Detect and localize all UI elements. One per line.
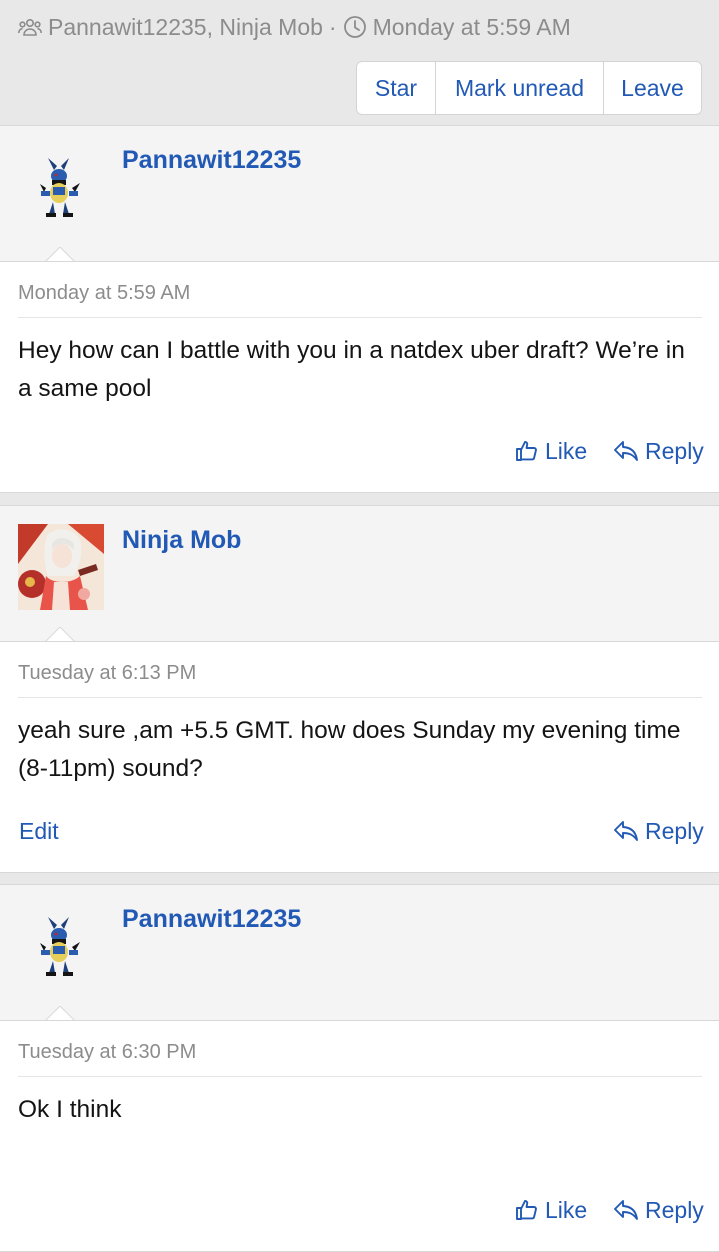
message-author-link[interactable]: Ninja Mob	[122, 526, 241, 555]
message-author-link[interactable]: Pannawit12235	[122, 905, 301, 934]
reply-button[interactable]: Reply	[613, 434, 704, 468]
message-body: Tuesday at 6:30 PM Ok I think Like Reply	[0, 1020, 719, 1252]
message-author-link[interactable]: Pannawit12235	[122, 146, 301, 175]
anime-artwork-icon	[18, 524, 104, 610]
message-timestamp[interactable]: Tuesday at 6:30 PM	[18, 1041, 196, 1064]
mark-unread-button[interactable]: Mark unread	[436, 62, 604, 114]
reply-button[interactable]: Reply	[613, 1193, 704, 1227]
message-author-bar: Pannawit12235	[0, 884, 719, 1022]
like-label: Like	[545, 437, 588, 464]
lucario-sprite-icon	[40, 917, 80, 976]
reply-label: Reply	[645, 1196, 704, 1223]
conversation-meta: Pannawit12235, Ninja Mob · Monday at 5:5…	[18, 12, 571, 42]
reply-arrow-icon	[614, 1200, 638, 1220]
message-divider	[18, 1076, 702, 1077]
lucario-sprite-icon	[40, 158, 80, 217]
like-button[interactable]: Like	[515, 1193, 587, 1227]
message-text: Hey how can I battle with you in a natde…	[18, 337, 685, 402]
message-author-bar: Ninja Mob	[0, 505, 719, 643]
like-label: Like	[545, 1196, 588, 1223]
message-author-bar: Pannawit12235	[0, 125, 719, 263]
reply-arrow-icon	[614, 821, 638, 841]
reply-button[interactable]: Reply	[613, 814, 704, 848]
conversation-header: Pannawit12235, Ninja Mob · Monday at 5:5…	[0, 0, 719, 126]
message-body: Monday at 5:59 AM Hey how can I battle w…	[0, 261, 719, 493]
leave-button[interactable]: Leave	[604, 62, 701, 114]
reply-label: Reply	[645, 437, 704, 464]
like-button[interactable]: Like	[515, 434, 587, 468]
avatar[interactable]	[18, 524, 104, 610]
message-divider	[18, 317, 702, 318]
edit-button[interactable]: Edit	[19, 814, 59, 848]
conversation-participants[interactable]: Pannawit12235, Ninja Mob	[48, 14, 323, 41]
avatar[interactable]	[18, 144, 104, 230]
message-divider	[18, 697, 702, 698]
conversation-actions: Star Mark unread Leave	[356, 61, 702, 115]
meta-separator: ·	[328, 13, 337, 40]
message-timestamp[interactable]: Monday at 5:59 AM	[18, 282, 190, 305]
avatar[interactable]	[18, 903, 104, 989]
reply-label: Reply	[645, 817, 704, 844]
clock-icon	[343, 15, 367, 39]
star-button[interactable]: Star	[357, 62, 436, 114]
conversation-start-time: Monday at 5:59 AM	[372, 13, 571, 40]
thumbs-up-icon	[516, 441, 537, 461]
message-text: Ok I think	[18, 1096, 122, 1123]
thumbs-up-icon	[516, 1200, 537, 1220]
message-body: Tuesday at 6:13 PM yeah sure ,am +5.5 GM…	[0, 641, 719, 873]
edit-label: Edit	[19, 817, 59, 844]
message-text: yeah sure ,am +5.5 GMT. how does Sunday …	[18, 717, 681, 782]
reply-arrow-icon	[614, 441, 638, 461]
participants-icon	[18, 16, 42, 38]
message-timestamp[interactable]: Tuesday at 6:13 PM	[18, 662, 196, 685]
